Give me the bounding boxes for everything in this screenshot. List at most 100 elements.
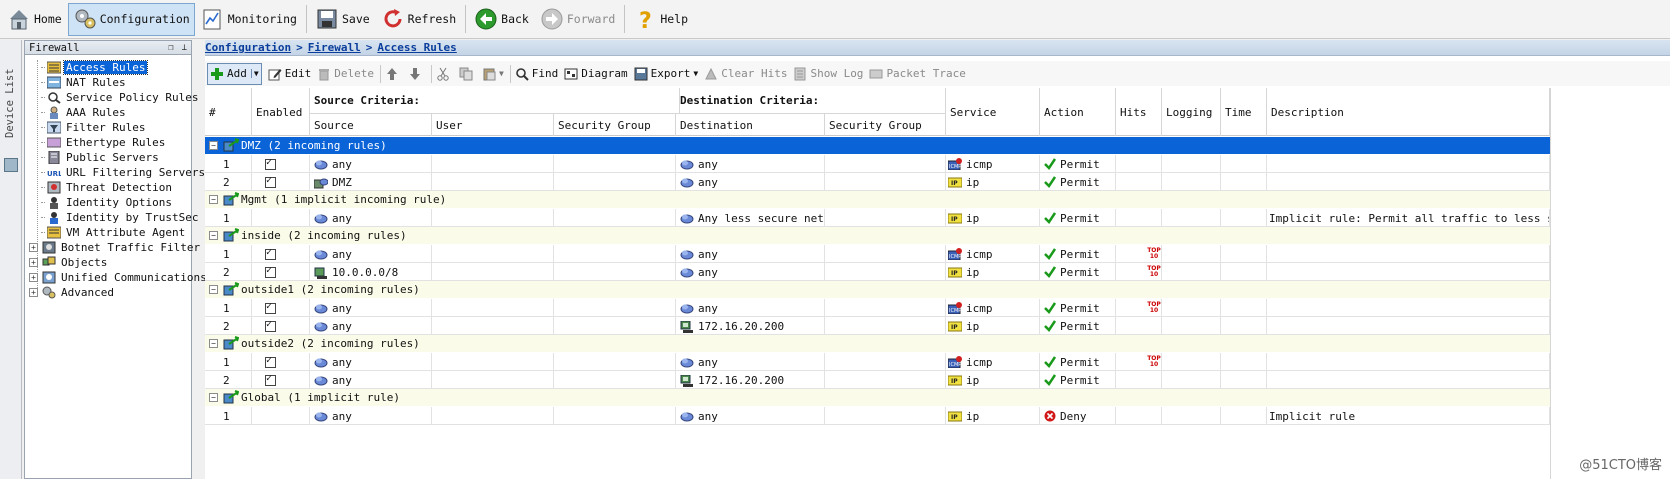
copy-button[interactable]	[459, 63, 476, 85]
nav-item-nat-rules[interactable]: NAT Rules	[41, 75, 128, 90]
forward-button[interactable]: Forward	[535, 3, 620, 36]
col-header-hits[interactable]: Hits	[1116, 88, 1162, 136]
table-row[interactable]: 2 any 172.16.20.200 IP ip Permit	[205, 371, 1550, 389]
nav-item-vm-attribute-agent[interactable]: VM Attribute Agent	[41, 225, 187, 240]
interface-group-row[interactable]: − DMZ (2 incoming rules)	[205, 137, 1550, 154]
cut-button[interactable]	[436, 63, 453, 85]
nav-item-botnet-traffic-filter[interactable]: + Botnet Traffic Filter	[29, 240, 202, 255]
show-log-button[interactable]: Show Log	[793, 63, 863, 85]
nav-item-filter-rules[interactable]: Filter Rules	[41, 120, 147, 135]
col-header-source[interactable]: Source	[310, 114, 432, 136]
breadcrumb-firewall[interactable]: Firewall	[308, 41, 361, 54]
enabled-checkbox[interactable]	[265, 157, 276, 170]
nav-item-advanced[interactable]: + Advanced	[29, 285, 116, 300]
collapse-icon[interactable]: −	[209, 195, 218, 204]
breadcrumb-configuration[interactable]: Configuration	[205, 41, 291, 54]
col-header-dst-security-group[interactable]: Security Group	[825, 114, 946, 136]
nav-item-ethertype-rules[interactable]: Ethertype Rules	[41, 135, 167, 150]
delete-button[interactable]: Delete	[317, 63, 374, 85]
add-button[interactable]: Add ▼	[207, 62, 262, 85]
nav-item-service-policy-rules[interactable]: Service Policy Rules	[41, 90, 200, 105]
network-cloud-icon	[314, 321, 328, 332]
float-panel-icon[interactable]: ❐	[168, 43, 173, 53]
interface-group-row[interactable]: − Mgmt (1 implicit incoming rule)	[205, 191, 1550, 208]
interface-group-row[interactable]: − outside1 (2 incoming rules)	[205, 281, 1550, 298]
collapse-icon[interactable]: −	[209, 339, 218, 348]
col-header-service[interactable]: Service	[946, 88, 1040, 136]
interface-group-row[interactable]: − outside2 (2 incoming rules)	[205, 335, 1550, 352]
nav-item-access-rules[interactable]: Access Rules	[41, 60, 149, 75]
nav-item-threat-detection[interactable]: Threat Detection	[41, 180, 174, 195]
col-header-time[interactable]: Time	[1221, 88, 1267, 136]
configuration-button[interactable]: Configuration	[67, 2, 195, 36]
find-button[interactable]: Find	[515, 63, 558, 85]
col-header-enabled[interactable]: Enabled	[252, 88, 310, 136]
tree-expand-icon[interactable]: +	[29, 243, 38, 252]
col-header-action[interactable]: Action	[1040, 88, 1116, 136]
move-up-button[interactable]	[385, 63, 402, 85]
col-header-src-security-group[interactable]: Security Group	[554, 114, 676, 136]
source-value: any	[332, 409, 352, 423]
col-header-logging[interactable]: Logging	[1162, 88, 1221, 136]
export-button[interactable]: Export ▼	[634, 63, 698, 85]
interface-group-row[interactable]: − Global (1 implicit rule)	[205, 389, 1550, 406]
enabled-checkbox[interactable]	[265, 373, 276, 386]
save-button[interactable]: Save	[310, 3, 375, 36]
tree-expand-icon[interactable]: +	[29, 273, 38, 282]
nav-item-identity-options[interactable]: Identity Options	[41, 195, 174, 210]
col-header-num[interactable]: #	[205, 88, 252, 136]
table-row[interactable]: 1 any any ICMP icmp Permit TOP 10	[205, 299, 1550, 317]
table-row[interactable]: 2 DMZ any IP ip Permit	[205, 173, 1550, 191]
move-down-button[interactable]	[408, 63, 425, 85]
nav-item-public-servers[interactable]: Public Servers	[41, 150, 161, 165]
col-header-description[interactable]: Description	[1267, 88, 1550, 136]
help-button[interactable]: ? Help	[628, 3, 693, 36]
chevron-down-icon[interactable]: ▼	[499, 69, 504, 78]
nav-item-url-filtering-servers[interactable]: URL URL Filtering Servers	[41, 165, 207, 180]
table-row[interactable]: 2 any 172.16.20.200 IP ip Permit	[205, 317, 1550, 335]
nav-item-objects[interactable]: + Objects	[29, 255, 109, 270]
chevron-down-icon[interactable]: ▼	[693, 69, 698, 78]
packet-trace-button[interactable]: Packet Trace	[869, 63, 966, 85]
paste-button[interactable]: ▼	[482, 63, 504, 85]
table-row[interactable]: 1 any any ICMP icmp Permit TOP 10	[205, 245, 1550, 263]
collapse-icon[interactable]: −	[209, 285, 218, 294]
chevron-down-icon[interactable]: ▼	[250, 69, 259, 78]
enabled-checkbox[interactable]	[265, 355, 276, 368]
device-list-strip[interactable]: Device List	[0, 40, 22, 479]
monitoring-button[interactable]: Monitoring	[196, 3, 302, 36]
table-row[interactable]: 1 any any ICMP icmp Permit TOP 10	[205, 353, 1550, 371]
home-button[interactable]: Home	[2, 3, 67, 36]
edit-button[interactable]: Edit	[268, 63, 311, 85]
interface-incoming-icon	[223, 228, 240, 242]
nav-item-aaa-rules[interactable]: AAA Rules	[41, 105, 128, 120]
pin-panel-icon[interactable]: ⊥	[182, 43, 187, 53]
collapse-icon[interactable]: −	[209, 141, 218, 150]
table-row[interactable]: 1 any any ICMP icmp Permit	[205, 155, 1550, 173]
enabled-checkbox[interactable]	[265, 247, 276, 260]
toolbar-separator	[379, 64, 381, 83]
nav-item-unified-communications[interactable]: + Unified Communications	[29, 270, 209, 285]
col-header-user[interactable]: User	[432, 114, 554, 136]
enabled-checkbox[interactable]	[265, 319, 276, 332]
table-row[interactable]: 2 10.0.0.0/8 any IP ip Permit TOP 10	[205, 263, 1550, 281]
breadcrumb-access-rules[interactable]: Access Rules	[377, 41, 456, 54]
refresh-button[interactable]: Refresh	[376, 3, 461, 36]
enabled-checkbox[interactable]	[265, 301, 276, 314]
interface-group-row[interactable]: − inside (2 incoming rules)	[205, 227, 1550, 244]
col-header-destination[interactable]: Destination	[676, 114, 825, 136]
table-row[interactable]: 1 any any IP ip Deny Implicit rule	[205, 407, 1550, 425]
cell-enabled	[252, 155, 310, 173]
tree-expand-icon[interactable]: +	[29, 258, 38, 267]
enabled-checkbox[interactable]	[265, 265, 276, 278]
collapse-icon[interactable]: −	[209, 393, 218, 402]
collapse-icon[interactable]: −	[209, 231, 218, 240]
enabled-checkbox[interactable]	[265, 175, 276, 188]
table-row[interactable]: 1 any Any less secure net... IP ip Permit Impl…	[205, 209, 1550, 227]
diagram-button[interactable]: Diagram	[564, 63, 628, 85]
nav-item-identity-by-trustsec[interactable]: Identity by TrustSec	[41, 210, 200, 225]
clear-hits-button[interactable]: Clear Hits	[704, 63, 787, 85]
tree-expand-icon[interactable]: +	[29, 288, 38, 297]
top10-hits-badge: TOP 10	[1147, 301, 1161, 314]
back-button[interactable]: Back	[469, 3, 534, 36]
